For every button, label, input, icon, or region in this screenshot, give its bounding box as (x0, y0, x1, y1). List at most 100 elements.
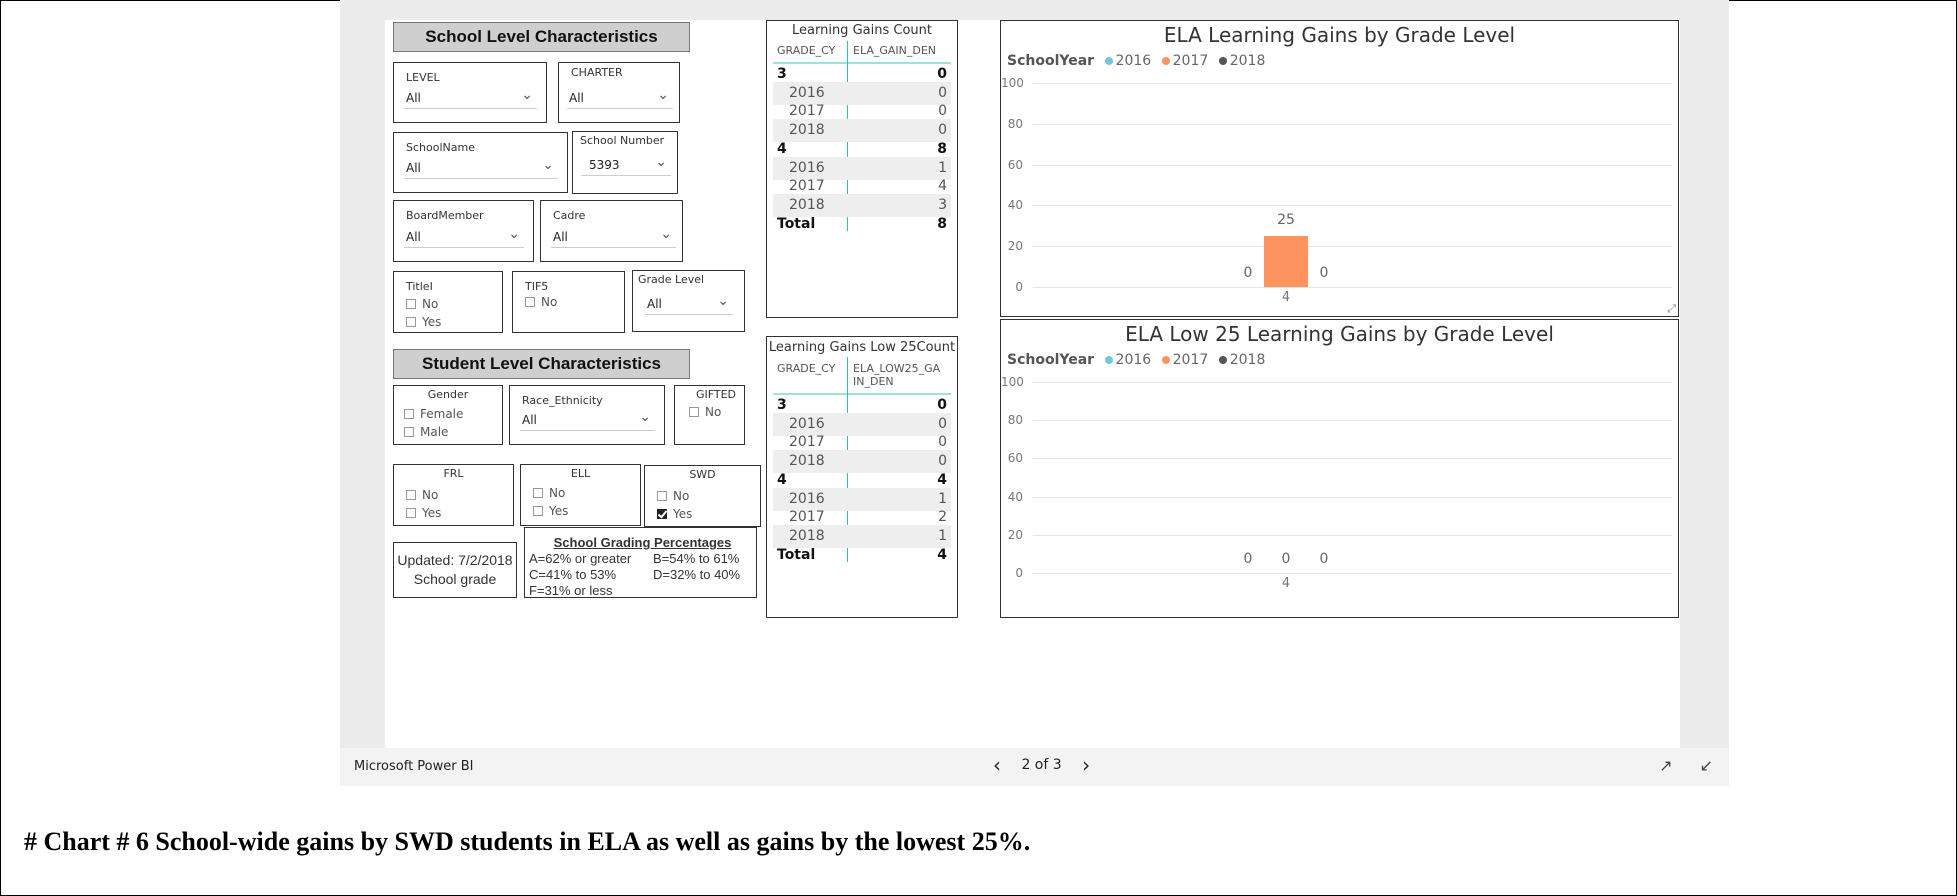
gridline (1033, 382, 1672, 383)
option-label: No (673, 489, 690, 503)
school-name-slicer: SchoolName All ⌄ (393, 132, 568, 193)
y-tick-label: 60 (1007, 157, 1023, 172)
gridline (1033, 458, 1672, 460)
row-key: 4 (777, 140, 787, 157)
chevron-right-icon[interactable]: › (1082, 755, 1090, 775)
gridline (1033, 420, 1672, 422)
checkbox[interactable] (533, 505, 543, 516)
school-name-dropdown[interactable]: All ⌄ (404, 157, 558, 179)
checkbox-checked[interactable] (657, 508, 667, 519)
share-icon[interactable]: ↗ (1659, 756, 1672, 775)
chevron-down-icon: ⌄ (521, 87, 533, 103)
dropdown-value: All (647, 297, 662, 311)
expand-icon[interactable]: ⤢ (1667, 302, 1676, 316)
checkbox[interactable] (406, 507, 416, 518)
chart-caption: # Chart # 6 School-wide gains by SWD stu… (24, 827, 1031, 856)
slicer-label: ELL (570, 467, 591, 480)
y-tick-label: 0 (1015, 280, 1023, 294)
legend-item: 2018 (1229, 352, 1266, 368)
checkbox[interactable] (404, 408, 414, 419)
row-value: 0 (938, 415, 947, 432)
row-key: 2016 (789, 490, 825, 507)
checkbox[interactable] (404, 426, 414, 437)
row-value: 8 (937, 140, 947, 157)
checkbox-option[interactable]: Male (404, 425, 502, 439)
ell-slicer: ELL No Yes (520, 464, 641, 526)
row-key: 3 (777, 397, 787, 413)
checkbox[interactable] (689, 406, 699, 417)
row-key: 3 (777, 66, 787, 82)
legend-dot-icon (1161, 57, 1170, 65)
checkbox-option[interactable]: No (657, 489, 760, 503)
checkbox-option[interactable]: Yes (406, 315, 502, 329)
grading-title: School Grading Percentages (553, 535, 732, 550)
option-label: No (422, 488, 439, 502)
checkbox[interactable] (406, 298, 416, 309)
column-header-ela-low25[interactable]: ELA_LOW25_GA (853, 362, 940, 375)
row-value: 0 (938, 122, 947, 139)
checkbox[interactable] (533, 487, 543, 498)
row-key: Total (777, 546, 816, 563)
powerbi-brand[interactable]: Microsoft Power BI (354, 759, 473, 774)
cadre-dropdown[interactable]: All ⌄ (551, 226, 676, 248)
powerbi-viewer: School Level Characteristics LEVEL All ⌄ … (340, 0, 1729, 786)
checkbox-option[interactable]: No (406, 297, 502, 311)
legend-item: 2017 (1172, 53, 1209, 69)
chart-legend[interactable]: SchoolYear 2016 2017 2018 (1007, 53, 1265, 69)
school-number-dropdown[interactable]: 5393 ⌄ (581, 154, 671, 176)
checkbox-option[interactable]: No (406, 488, 513, 502)
grade-level-dropdown[interactable]: All ⌄ (645, 293, 733, 315)
data-label: 0 (1243, 265, 1253, 281)
row-value: 0 (938, 453, 947, 470)
grade-b: B=54% to 61% (653, 551, 740, 566)
checkbox-option[interactable]: No (525, 295, 624, 309)
checkbox-option[interactable]: Female (404, 407, 502, 421)
column-header-ela-gain-den[interactable]: ELA_GAIN_DEN (853, 44, 936, 57)
checkbox-option[interactable]: Yes (533, 504, 640, 518)
checkbox-option[interactable]: No (533, 486, 640, 500)
matrix-row: Total 4 (773, 544, 951, 567)
slicer-label: Race_Ethnicity (522, 394, 603, 407)
exit-fullscreen-icon[interactable]: ↙ (1700, 756, 1713, 775)
ela-low25-learning-gains-chart[interactable]: ELA Low 25 Learning Gains by Grade Level… (1000, 319, 1679, 618)
race-ethnicity-dropdown[interactable]: All ⌄ (520, 409, 655, 431)
column-header-grade[interactable]: GRADE_CY (777, 362, 835, 375)
slicer-label: TIF5 (525, 280, 549, 293)
charter-dropdown[interactable]: All ⌄ (567, 87, 673, 109)
option-label: Female (420, 407, 464, 421)
level-dropdown[interactable]: All ⌄ (404, 87, 537, 109)
checkbox-option-checked[interactable]: Yes (657, 507, 760, 521)
school-grade-label: School grade (413, 571, 497, 587)
dropdown-value: All (406, 230, 421, 244)
legend-item: 2018 (1229, 53, 1266, 69)
legend-title: SchoolYear (1007, 352, 1095, 368)
ela-learning-gains-chart[interactable]: ELA Learning Gains by Grade Level School… (1000, 20, 1679, 317)
chevron-left-icon[interactable]: ‹ (993, 755, 1001, 775)
checkbox[interactable] (657, 490, 667, 501)
y-tick-label: 40 (1007, 198, 1023, 213)
row-value: 1 (938, 159, 947, 176)
board-member-dropdown[interactable]: All ⌄ (404, 226, 524, 248)
row-key: 2017 (789, 178, 825, 195)
chart-legend[interactable]: SchoolYear 2016 2017 2018 (1007, 352, 1265, 368)
checkbox-option[interactable]: Yes (406, 506, 513, 520)
chart-title: ELA Learning Gains by Grade Level (1163, 23, 1516, 47)
column-header-grade[interactable]: GRADE_CY (777, 44, 835, 57)
option-label: No (705, 405, 722, 419)
checkbox[interactable] (525, 296, 535, 307)
row-key: Total (777, 215, 816, 232)
bar-2017[interactable] (1264, 236, 1308, 287)
student-level-title: Student Level Characteristics (393, 349, 690, 379)
data-label: 0 (1319, 265, 1329, 281)
row-key: 2017 (789, 434, 825, 451)
checkbox[interactable] (406, 489, 416, 500)
chevron-down-icon: ⌄ (657, 87, 669, 103)
slicer-label: Grade Level (638, 273, 705, 286)
checkbox[interactable] (406, 316, 416, 327)
legend-dot-icon (1104, 57, 1113, 65)
x-tick-label: 4 (1281, 290, 1291, 305)
option-label: No (541, 295, 558, 309)
row-value: 4 (937, 471, 947, 488)
checkbox-option[interactable]: No (689, 405, 744, 419)
dropdown-value: All (406, 161, 421, 175)
